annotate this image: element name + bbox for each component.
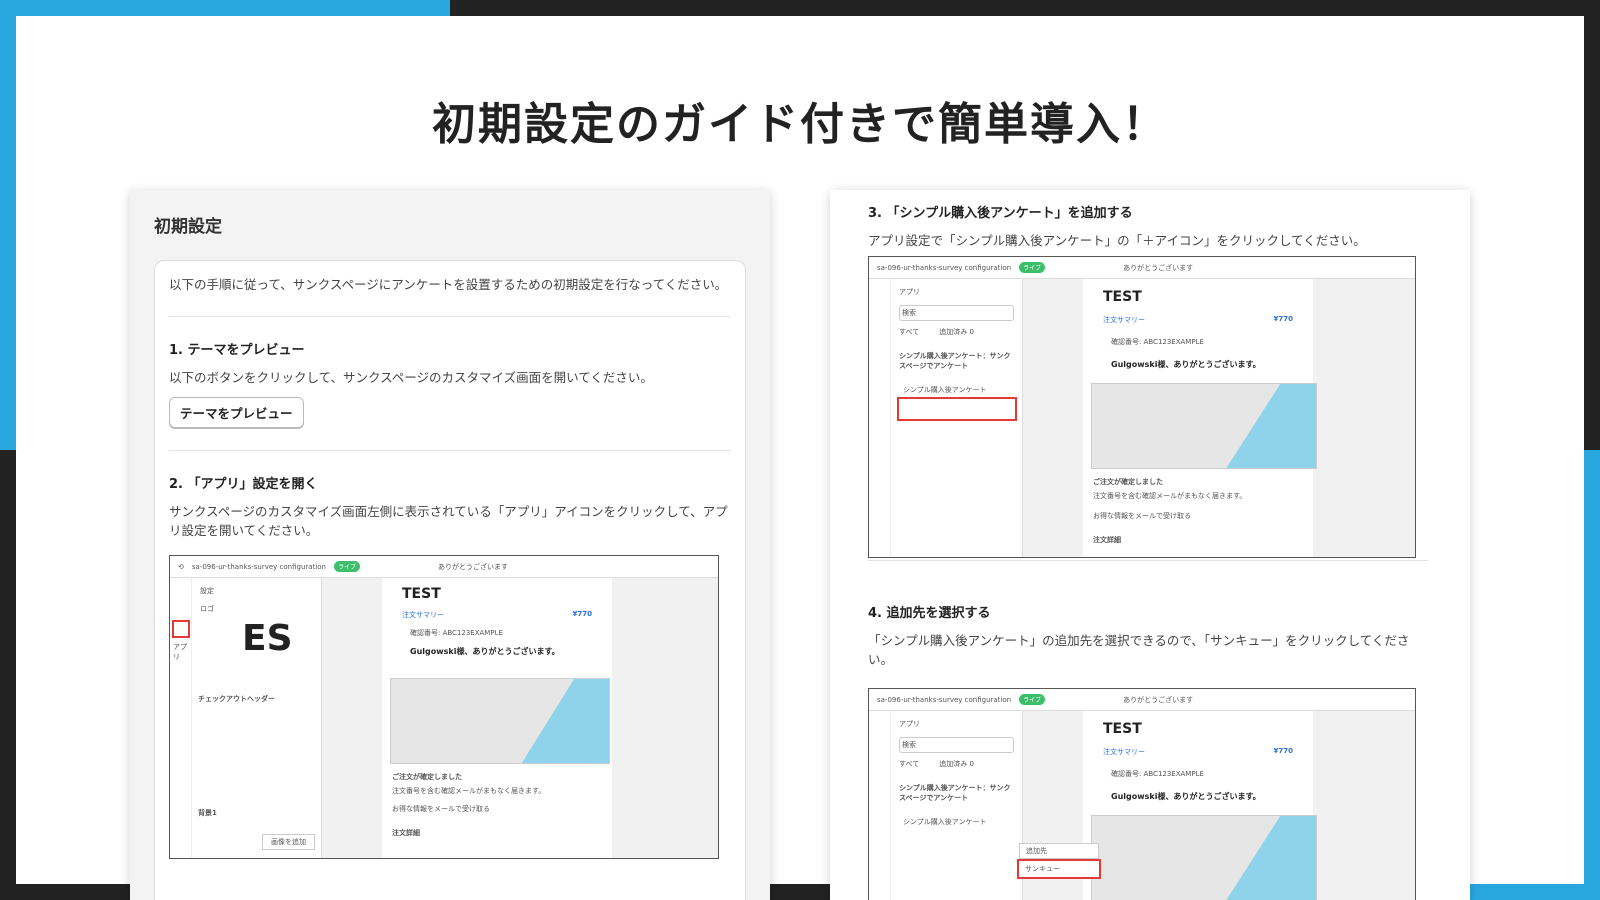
step2-text: サンクスページのカスタマイズ画面左側に表示されている「アプリ」アイコンをクリック… [169,504,728,538]
highlight-add-icon [897,397,1017,421]
divider [169,316,731,317]
setup-card: 以下の手順に従って、サンクスページにアンケートを設置するための初期設定を行なって… [154,260,746,900]
step1-text: 以下のボタンをクリックして、サンクスページのカスタマイズ画面を開いてください。 [169,370,653,385]
step4-title: 4. 追加先を選択する [868,606,991,621]
frame-accent-left-top [0,0,16,450]
frame-accent-right-bottom [1584,450,1600,900]
screenshot-add-survey: sa-096-ur-thanks-survey configuration ライブ… [868,256,1416,558]
map-image [390,678,610,764]
map-image [1091,815,1317,900]
step2-title: 2. 「アプリ」設定を開く [169,477,318,492]
preview-theme-button[interactable]: テーマをプレビュー [169,397,304,428]
step1-title: 1. テーマをプレビュー [169,343,305,358]
frame-accent-right-top [1584,0,1600,450]
back-icon: ⟲ [178,562,184,571]
step4-text: 「シンプル購入後アンケート」の追加先を選択できるので、「サンキュー」をクリックし… [868,633,1410,667]
frame-accent-bottom-right [1470,884,1600,900]
map-image [1091,383,1317,469]
divider [169,450,731,451]
step3-title: 3. 「シンプル購入後アンケート」を追加する [868,206,1133,221]
intro-text: 以下の手順に従って、サンクスページにアンケートを設置するための初期設定を行なって… [169,277,728,292]
frame-accent-left-bottom [0,450,16,900]
frame-accent-top-right [450,0,1600,16]
setup-panel-left: 初期設定 以下の手順に従って、サンクスページにアンケートを設置するための初期設定… [130,190,770,900]
screenshot-app-settings: ⟲ sa-096-ur-thanks-survey configuration … [169,555,719,859]
screenshot-select-target: sa-096-ur-thanks-survey configuration ライブ… [868,688,1416,900]
logo-preview: ES [242,618,293,659]
step3-text: アプリ設定で「シンプル購入後アンケート」の「＋アイコン」をクリックしてください。 [868,233,1366,248]
setup-panel-right: 3. 「シンプル購入後アンケート」を追加する アプリ設定で「シンプル購入後アンケ… [830,190,1470,900]
panel-heading: 初期設定 [154,217,222,237]
highlight-app-icon [172,620,190,638]
highlight-thank-you[interactable]: サンキュー [1017,859,1101,879]
page-title: 初期設定のガイド付きで簡単導入！ [432,99,1168,150]
frame-accent-top-left [0,0,450,16]
